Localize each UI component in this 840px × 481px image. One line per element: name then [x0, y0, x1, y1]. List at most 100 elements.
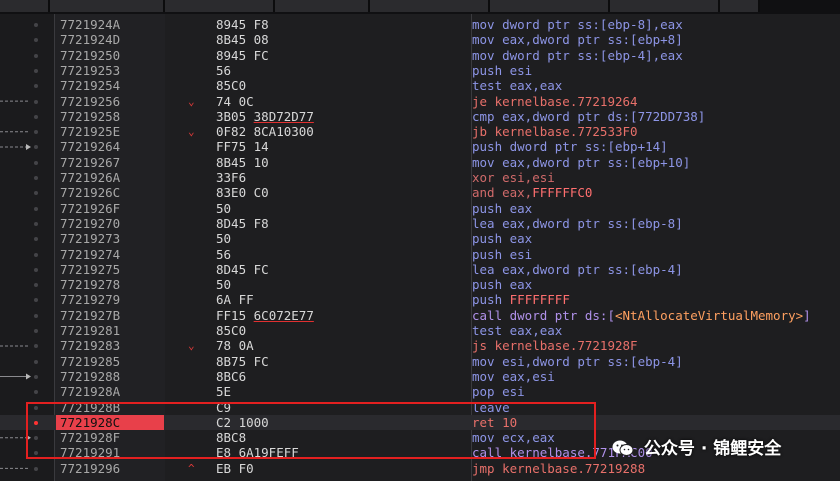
instruction-bytes: FF75 14	[216, 139, 269, 154]
toolbar-button-3[interactable]	[165, 0, 275, 12]
toolbar-button-1[interactable]	[0, 0, 50, 12]
bytes-text: 50	[216, 200, 232, 216]
instruction-row[interactable]: 77219253 56 push esi	[0, 63, 840, 78]
instruction-row[interactable]: 77219283 ⌄ 78 0A js kernelbase.7721928F	[0, 338, 840, 353]
bytes-text: 83E0 C0	[216, 185, 269, 201]
wechat-icon	[612, 440, 634, 456]
instruction-text: push eax	[472, 277, 532, 292]
instruction-text: push eax	[472, 201, 532, 216]
instruction-row[interactable]: 77219279 6A FF push FFFFFFFF	[0, 292, 840, 307]
instruction-address: 77219275	[60, 261, 121, 277]
instruction-row[interactable]: 7721926F 50 push eax	[0, 201, 840, 216]
instruction-bytes: 8B45 08	[216, 32, 269, 47]
instruction-row[interactable]: 77219267 8B45 10 mov eax,dword ptr ss:[ebp…	[0, 155, 840, 170]
instruction-row[interactable]: 77219273 50 push eax	[0, 231, 840, 246]
jump-target-arrow-icon	[26, 144, 31, 151]
jump-down-icon: ⌄	[188, 125, 195, 139]
instruction-token: push eax	[472, 277, 533, 293]
toolbar-button-5[interactable]	[370, 0, 490, 12]
instruction-address: 7721924A	[60, 17, 121, 32]
instruction-address: 7721927B	[60, 307, 121, 323]
instruction-text: push esi	[472, 247, 532, 262]
disassembly-pane[interactable]: 7721924A 8945 F8 mov dword ptr ss:[ebp-8],…	[0, 14, 840, 481]
instruction-row[interactable]: 7721925E ⌄ 0F82 8CA10300 jb kernelbase.7725…	[0, 124, 840, 139]
instruction-address: 77219274	[60, 246, 121, 262]
instruction-row[interactable]: 77219258 3B05 38D72D77 cmp eax,dword ptr d…	[0, 109, 840, 124]
instruction-text: mov dword ptr ss:[ebp-8],eax	[472, 17, 683, 32]
toolbar-button-2[interactable]	[50, 0, 165, 12]
instruction-text: push dword ptr ss:[ebp+14]	[472, 139, 668, 154]
instruction-address: 77219258	[60, 108, 121, 124]
instruction-row[interactable]: 77219285 8B75 FC mov esi,dword ptr ss:[ebp…	[0, 354, 840, 369]
instruction-token: push eax	[472, 200, 533, 216]
instruction-row[interactable]: 77219274 56 push esi	[0, 247, 840, 262]
bytes-text: 50	[216, 277, 232, 293]
instruction-bytes: 8BC6	[216, 369, 246, 384]
instruction-bytes: 8D45 F8	[216, 216, 269, 231]
instruction-row[interactable]: 77219281 85C0 test eax,eax	[0, 323, 840, 338]
highlight-box	[26, 402, 596, 459]
instruction-token: push dword ptr ss:[ebp+14]	[472, 139, 668, 155]
instruction-token: push esi	[472, 246, 533, 262]
toolbar-button-8[interactable]	[720, 0, 760, 12]
instruction-token: jb kernelbase.772533F0	[472, 124, 638, 140]
instruction-token: dword ptr ss:[ebp-8],eax	[494, 17, 683, 32]
instruction-row[interactable]: 77219278 50 push eax	[0, 277, 840, 292]
instruction-token: push eax	[472, 231, 533, 247]
instruction-text: pop esi	[472, 384, 525, 399]
instruction-token: push	[472, 292, 510, 308]
instruction-row[interactable]: 77219288 8BC6 mov eax,esi	[0, 369, 840, 384]
watermark: 公众号 · 锦鲤安全	[612, 434, 781, 459]
instruction-text: lea eax,dword ptr ss:[ebp-4]	[472, 262, 683, 277]
bytes-reference[interactable]: 6C072E77	[254, 308, 314, 323]
instruction-row[interactable]: 77219254 85C0 test eax,eax	[0, 78, 840, 93]
instruction-token: FFFFFFC0	[532, 185, 593, 201]
instruction-token: js kernelbase.7721928F	[472, 338, 638, 354]
jump-down-icon: ⌄	[188, 94, 195, 108]
instruction-row[interactable]: 77219275 8D45 FC lea eax,dword ptr ss:[ebp…	[0, 262, 840, 277]
instruction-row[interactable]: 7721924D 8B45 08 mov eax,dword ptr ss:[ebp…	[0, 32, 840, 47]
instruction-text: and eax,FFFFFFC0	[472, 185, 592, 200]
bytes-text: 78 0A	[216, 338, 254, 354]
toolbar-button-7[interactable]	[610, 0, 720, 12]
instruction-address: 77219296	[60, 460, 121, 476]
instruction-text: test eax,eax	[472, 323, 562, 338]
instruction-token: call dword ptr ds:[	[472, 307, 615, 323]
bytes-text: FF15	[216, 307, 254, 323]
instruction-bytes: 8B75 FC	[216, 354, 269, 369]
instruction-token: dword ptr ss:[ebp-4],eax	[494, 47, 683, 63]
instruction-row[interactable]: 7721924A 8945 F8 mov dword ptr ss:[ebp-8],…	[0, 17, 840, 32]
instruction-bytes: 83E0 C0	[216, 185, 269, 200]
instruction-row[interactable]: 7721927B FF15 6C072E77 call dword ptr ds:[…	[0, 308, 840, 323]
instruction-text: push esi	[472, 63, 532, 78]
instruction-row[interactable]: 77219250 8945 FC mov dword ptr ss:[ebp-4],…	[0, 48, 840, 63]
toolbar-button-4[interactable]	[275, 0, 370, 12]
instruction-row[interactable]: 7721926A 33F6 xor esi,esi	[0, 170, 840, 185]
instruction-token: lea eax,dword ptr ss:[ebp-4]	[472, 261, 683, 277]
instruction-row[interactable]: 77219296 ^ EB F0 jmp kernelbase.77219288	[0, 461, 840, 476]
instruction-row[interactable]: 7721928A 5E pop esi	[0, 384, 840, 399]
instruction-text: jmp kernelbase.77219288	[472, 461, 645, 476]
instruction-bytes: 33F6	[216, 170, 246, 185]
bytes-text: 74 0C	[216, 93, 254, 109]
instruction-token: test eax,eax	[472, 78, 563, 94]
instruction-text: call dword ptr ds:[<NtAllocateVirtualMem…	[472, 308, 811, 323]
instruction-address: 77219264	[60, 139, 121, 155]
instruction-row[interactable]: 77219264 FF75 14 push dword ptr ss:[ebp+14…	[0, 139, 840, 154]
toolbar-button-6[interactable]	[490, 0, 610, 12]
instruction-row[interactable]: 77219270 8D45 F8 lea eax,dword ptr ss:[ebp…	[0, 216, 840, 231]
instruction-text: lea eax,dword ptr ss:[ebp-8]	[472, 216, 683, 231]
instruction-address: 77219253	[60, 62, 121, 78]
instruction-row[interactable]: 7721926C 83E0 C0 and eax,FFFFFFC0	[0, 185, 840, 200]
bytes-text: 85C0	[216, 323, 247, 338]
instruction-row[interactable]: 77219256 ⌄ 74 0C je kernelbase.77219264	[0, 94, 840, 109]
instruction-text: mov dword ptr ss:[ebp-4],eax	[472, 48, 683, 63]
instruction-token: mov	[472, 47, 495, 63]
instruction-address: 7721928A	[60, 384, 121, 400]
instruction-bytes: 78 0A	[216, 338, 254, 353]
bytes-reference[interactable]: 38D72D77	[254, 109, 314, 124]
instruction-token: pop esi	[472, 384, 525, 400]
instruction-address: 7721926A	[60, 170, 121, 185]
bytes-text: 6A FF	[216, 292, 254, 308]
instruction-text: js kernelbase.7721928F	[472, 338, 638, 353]
